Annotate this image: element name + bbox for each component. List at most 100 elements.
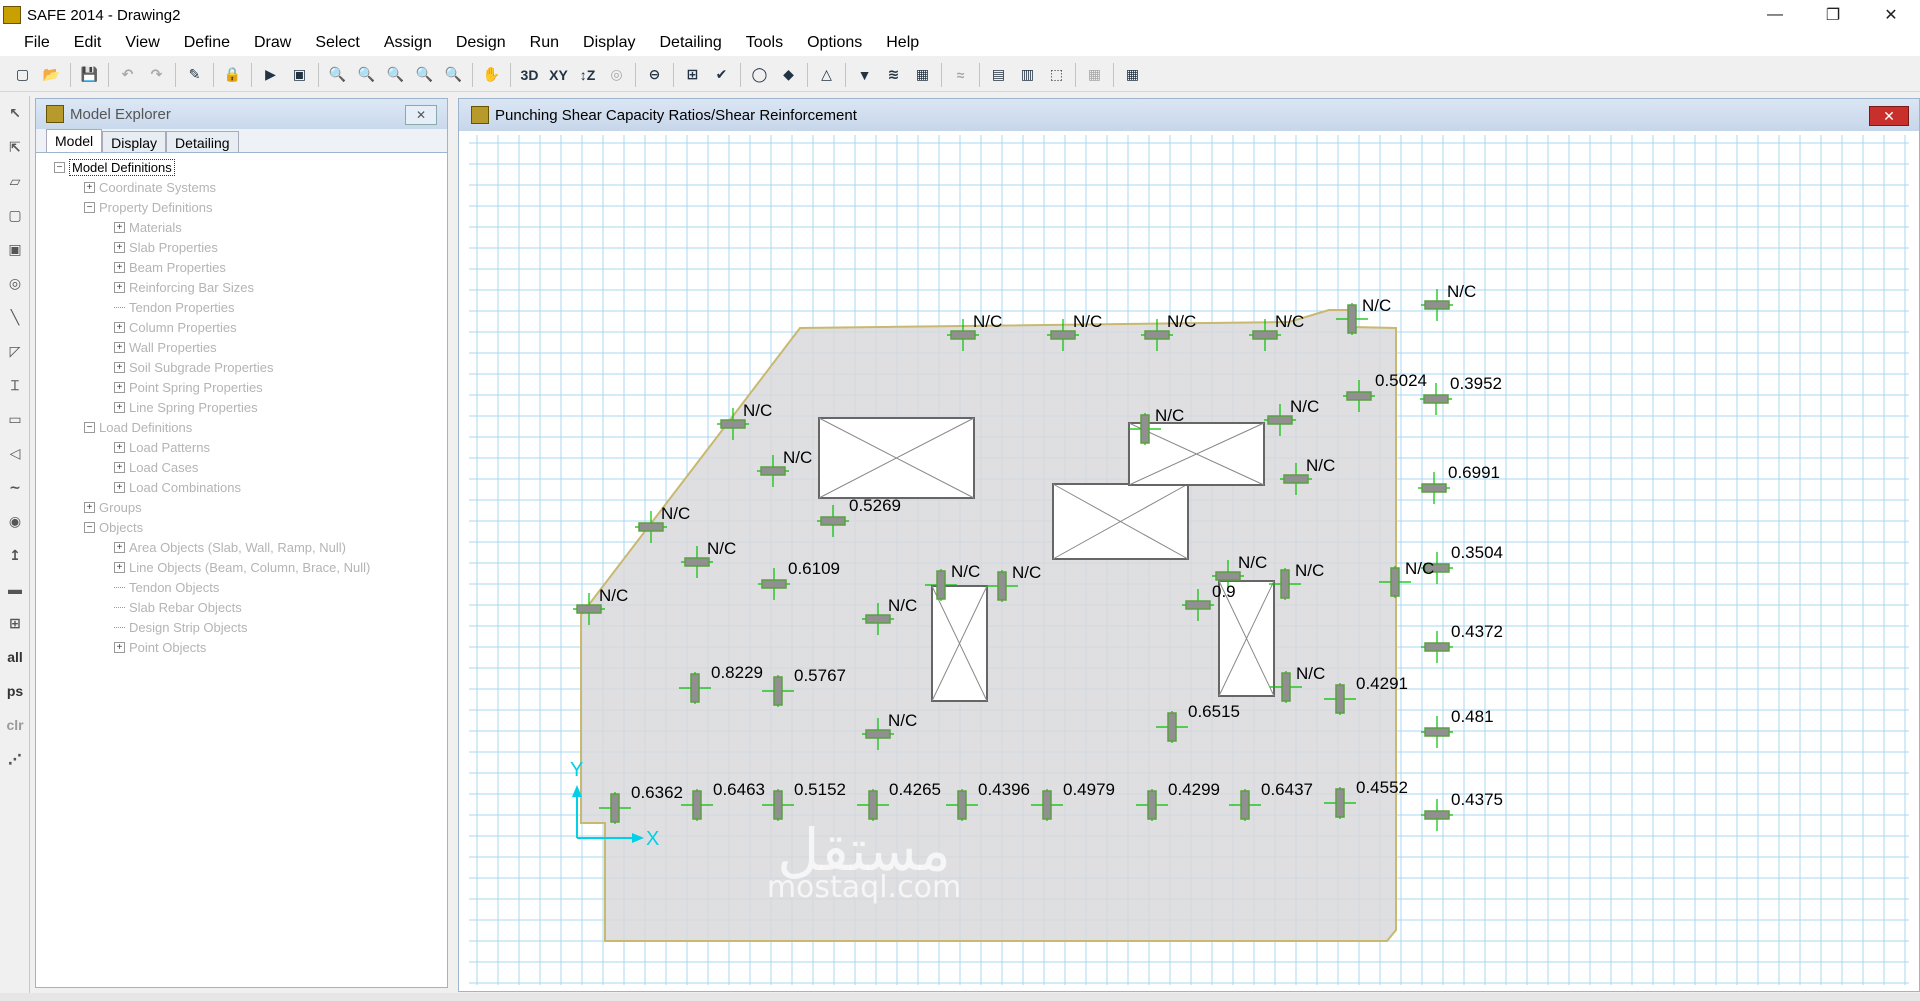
zoom-in-icon[interactable]: 🔍 [381,61,410,89]
show-strips-icon[interactable]: ≈ [946,61,975,89]
tree-item[interactable]: + Line Spring Properties [54,397,447,417]
redo-icon[interactable]: ↷ [142,61,171,89]
tree-expander-icon[interactable]: + [114,441,125,453]
tree-item[interactable]: + Materials [54,217,447,237]
tree-item[interactable]: + Reinforcing Bar Sizes [54,277,447,297]
perspective-icon[interactable]: ⊖ [640,61,669,89]
menu-define[interactable]: Define [172,30,242,56]
tree-expander-icon[interactable]: + [114,561,125,573]
draw-wall-icon[interactable]: ▭ [0,402,30,436]
tree-item[interactable]: + Area Objects (Slab, Wall, Ramp, Null) [54,537,447,557]
tree-item[interactable]: + Column Properties [54,317,447,337]
run-analysis-icon[interactable]: ▣ [285,61,314,89]
menu-file[interactable]: File [12,30,62,56]
show-beam-icon[interactable]: ▥ [1013,61,1042,89]
zoom-out-icon[interactable]: 🔍 [410,61,439,89]
undo-icon[interactable]: ↶ [113,61,142,89]
show-table-icon[interactable]: ▦ [1080,61,1109,89]
menu-options[interactable]: Options [795,30,874,56]
tree-item[interactable]: + Groups [54,497,447,517]
model-canvas[interactable]: N/C N/C N/C N/C N/C N/C 0.5024 0.3952 N/C N/C N/C N… [469,135,1909,985]
lock-icon[interactable]: 🔒 [218,61,247,89]
menu-help[interactable]: Help [874,30,931,56]
tree-expander-icon[interactable]: + [84,501,95,513]
tab-detailing[interactable]: Detailing [166,131,239,152]
show-forces-icon[interactable]: ▼ [850,61,879,89]
tree-item[interactable]: − Property Definitions [54,197,447,217]
check-icon[interactable]: ✔ [707,61,736,89]
tree-expander-icon[interactable]: + [114,541,125,553]
menu-view[interactable]: View [113,30,171,56]
tree-expander-icon[interactable]: + [114,641,125,653]
draw-circle-icon[interactable]: ◎ [0,266,30,300]
tree-expander-icon[interactable]: + [114,341,125,353]
tree-expander-icon[interactable]: + [114,261,125,273]
tree-item[interactable]: + Line Objects (Beam, Column, Brace, Null… [54,557,447,577]
clear-selection-button[interactable]: clr [0,708,30,742]
run-icon[interactable]: ▶ [256,61,285,89]
tree-expander-icon[interactable]: + [114,281,125,293]
menu-assign[interactable]: Assign [372,30,444,56]
tree-item[interactable]: − Load Definitions [54,417,447,437]
show-moments-icon[interactable]: ≋ [879,61,908,89]
minimize-button[interactable]: — [1746,0,1804,30]
tree-item[interactable]: + Beam Properties [54,257,447,277]
draw-line-icon[interactable]: ╲ [0,300,30,334]
show-slab-icon[interactable]: ▤ [984,61,1013,89]
intersecting-line-icon[interactable]: ⋰ [0,742,30,776]
draw-area-icon[interactable]: ▱ [0,164,30,198]
draw-rectangle-icon[interactable]: ▢ [0,198,30,232]
save-icon[interactable]: 💾 [75,61,104,89]
draw-point-icon[interactable]: ◉ [0,504,30,538]
menu-draw[interactable]: Draw [242,30,303,56]
tree-expander-icon[interactable]: − [84,201,95,213]
tree-item[interactable]: Tendon Properties [54,297,447,317]
new-file-icon[interactable]: ▢ [8,61,37,89]
tree-expander-icon[interactable]: − [54,161,65,173]
previous-selection-button[interactable]: ps [0,674,30,708]
zoom-all-icon[interactable]: 🔍 [439,61,468,89]
menu-select[interactable]: Select [303,30,371,56]
tab-display[interactable]: Display [102,131,167,152]
reshape-icon[interactable]: ⇱ [0,130,30,164]
tree-item[interactable]: + Load Combinations [54,477,447,497]
tree-expander-icon[interactable]: + [114,381,125,393]
tree-expander-icon[interactable]: + [84,181,95,193]
tree-expander-icon[interactable]: + [114,361,125,373]
view-3d-button[interactable]: 3D [515,61,544,89]
menu-run[interactable]: Run [518,30,571,56]
tree-item[interactable]: Slab Rebar Objects [54,597,447,617]
tree-expander-icon[interactable]: + [114,321,125,333]
tree-item[interactable]: + Slab Properties [54,237,447,257]
draw-dimension-icon[interactable]: ↥ [0,538,30,572]
tree-item[interactable]: + Wall Properties [54,337,447,357]
tree-item[interactable]: + Load Cases [54,457,447,477]
close-view-button[interactable]: ✕ [1869,106,1909,126]
view-xy-button[interactable]: XY [544,61,573,89]
open-file-icon[interactable]: 📂 [37,61,66,89]
pointer-icon[interactable]: ↖ [0,96,30,130]
object-shrink-icon[interactable]: ◯ [745,61,774,89]
pencil-icon[interactable]: ✎ [180,61,209,89]
tree-expander-icon[interactable]: + [114,481,125,493]
show-punching-icon[interactable]: ⬚ [1042,61,1071,89]
menu-display[interactable]: Display [571,30,647,56]
tree-item[interactable]: Design Strip Objects [54,617,447,637]
menu-edit[interactable]: Edit [62,30,114,56]
tree-expander-icon[interactable]: + [114,221,125,233]
draw-ramp-icon[interactable]: ◁ [0,436,30,470]
tree-item[interactable]: + Coordinate Systems [54,177,447,197]
pan-icon[interactable]: ✋ [477,61,506,89]
draw-quick-area-icon[interactable]: ▣ [0,232,30,266]
extrude-icon[interactable]: ◆ [774,61,803,89]
tab-model[interactable]: Model [46,129,103,152]
menu-detailing[interactable]: Detailing [647,30,733,56]
rotate-icon[interactable]: ◎ [602,61,631,89]
select-all-button[interactable]: all [0,640,30,674]
restore-button[interactable]: ❐ [1804,0,1862,30]
close-explorer-button[interactable]: ✕ [405,105,437,125]
zoom-restore-icon[interactable]: 🔍 [352,61,381,89]
plan-drawing[interactable]: N/C N/C N/C N/C N/C N/C 0.5024 0.3952 N/C N/C N/C N… [469,135,1909,985]
tree-item[interactable]: − Objects [54,517,447,537]
tree-item[interactable]: + Soil Subgrade Properties [54,357,447,377]
